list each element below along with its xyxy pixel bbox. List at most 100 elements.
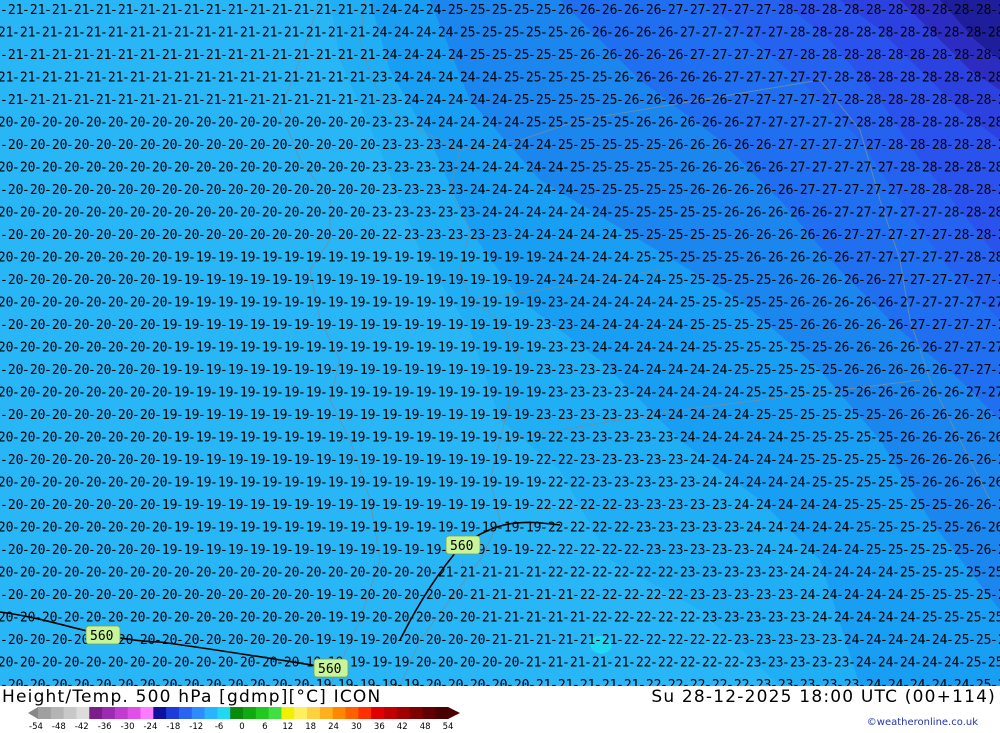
temperature-value: -28 [990,228,1000,243]
temperature-value: -20 [452,656,475,671]
temperature-value: -25 [914,566,937,581]
temperature-value: -24 [484,183,508,198]
temperature-value: -19 [386,341,409,356]
temperature-value: -24 [650,296,674,311]
scale-swatch [422,707,436,719]
temperature-value: -20 [286,588,309,603]
temperature-value: -24 [440,138,464,153]
temperature-value: -22 [628,656,651,671]
scale-tick-label: 0 [239,722,245,732]
temperature-value: -20 [66,183,89,198]
temperature-value: -19 [242,408,265,423]
temperature-value: -20 [132,228,155,243]
temperature-value: -20 [110,453,133,468]
temperature-value: -19 [166,296,189,311]
temperature-value: -27 [958,341,981,356]
temperature-value: -20 [122,521,145,536]
temperature-value: -22 [594,543,617,558]
temperature-value: -20 [122,251,145,266]
temperature-value: -19 [474,251,497,266]
temperature-value: -26 [826,341,849,356]
temperature-value: -27 [914,251,937,266]
temperature-value: -28 [914,26,937,41]
temperature-value: -25 [804,476,827,491]
temperature-value: -24 [506,183,530,198]
temperature-value: -25 [540,116,563,131]
temperature-value: -19 [276,296,299,311]
temperature-value: -25 [848,431,871,446]
temperature-value: -28 [914,161,937,176]
temperature-value: -19 [232,296,255,311]
temperature-value: -22 [704,678,727,686]
temperature-value: -19 [352,408,375,423]
temperature-value: -20 [286,228,309,243]
temperature-value: -24 [628,341,652,356]
temperature-value: -21 [188,26,211,41]
temperature-value: -20 [408,566,431,581]
temperature-value: -26 [650,26,673,41]
temperature-value: -19 [220,273,243,288]
temperature-value: -19 [286,363,309,378]
temperature-value: -20 [34,116,57,131]
temperature-value: -19 [496,476,519,491]
temperature-value: -25 [496,71,519,86]
temperature-value: -24 [936,656,960,671]
temperature-value: -19 [286,273,309,288]
temperature-value: -19 [220,363,243,378]
temperature-value: -24 [704,453,728,468]
temperature-value: -19 [440,273,463,288]
temperature-value: -27 [892,296,915,311]
temperature-value: -22 [562,521,585,536]
temperature-value: -25 [572,183,595,198]
temperature-value: -24 [374,48,398,63]
temperature-value: -25 [606,161,629,176]
temperature-value: -22 [528,453,551,468]
temperature-value: -23 [660,453,683,468]
temperature-value: -26 [550,3,573,18]
temperature-value: -20 [22,633,45,648]
temperature-value: -24 [836,633,860,648]
temperature-value: -19 [242,363,265,378]
temperature-value: -20 [122,206,145,221]
temperature-value: -19 [242,543,265,558]
temperature-value: -21 [562,611,585,626]
scale-swatch [191,707,206,719]
scale-swatch [332,707,346,719]
temperature-value: -19 [154,453,177,468]
temperature-value: -26 [880,318,903,333]
temperature-value: -23 [672,521,695,536]
temperature-value: -21 [198,3,221,18]
temperature-value: -23 [792,678,815,686]
temperature-value: -21 [352,48,375,63]
temperature-value: -20 [110,318,133,333]
temperature-value: -20 [144,116,167,131]
temperature-value: -20 [12,161,35,176]
temperature-value: -23 [814,633,837,648]
temperature-value: -23 [694,566,717,581]
temperature-value: -24 [738,476,762,491]
temperature-value: -20 [440,588,463,603]
temperature-value: -19 [364,521,387,536]
temperature-value: -28 [980,116,1000,131]
temperature-value: -23 [540,386,563,401]
temperature-value: -22 [562,566,585,581]
temperature-value: -21 [528,633,551,648]
temperature-value: -27 [990,318,1000,333]
temperature-value: -19 [496,386,519,401]
temperature-value: -24 [716,386,740,401]
temperature-value: -21 [506,633,529,648]
scale-tick-label: -48 [51,722,66,732]
temperature-value: -20 [22,543,45,558]
temperature-value: -19 [308,498,331,513]
temperature-value: -26 [716,116,739,131]
scale-tick-label: 6 [262,722,268,732]
credit-link[interactable]: ©weatheronline.co.uk [867,717,978,728]
temperature-value: -20 [22,363,45,378]
temperature-value: -24 [638,408,662,423]
map-footer: Height/Temp. 500 hPa [gdmp][°C] ICON Su … [0,686,1000,733]
temperature-value: -21 [44,93,67,108]
temperature-value: -20 [144,161,167,176]
temperature-value: -21 [56,71,79,86]
temperature-value: -24 [418,3,442,18]
temperature-value: -20 [352,138,375,153]
